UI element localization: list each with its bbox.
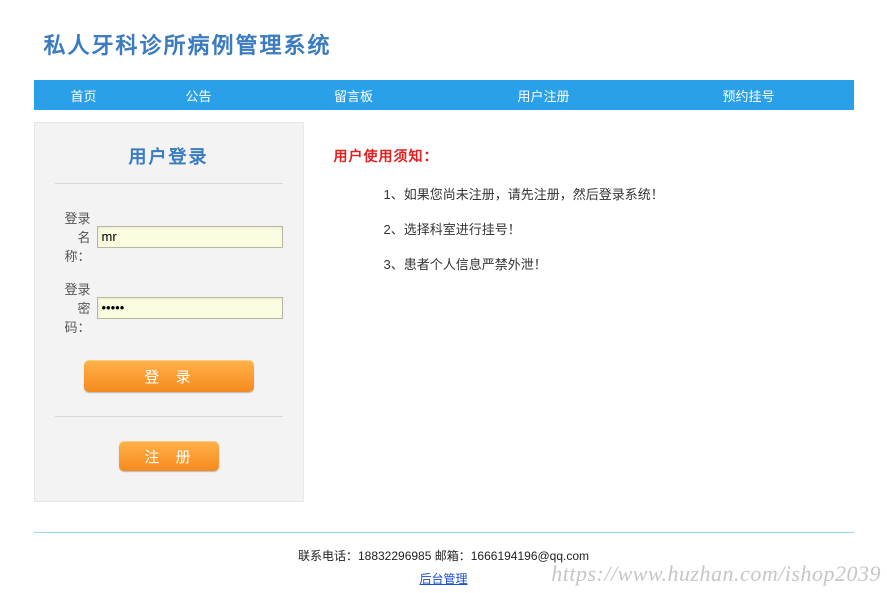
username-label: 登录名称： — [55, 208, 97, 265]
notice-item: 2、选择科室进行挂号！ — [384, 219, 844, 238]
footer: 联系电话：18832296985 邮箱：1666194196@qq.com 后台… — [34, 547, 854, 587]
admin-link[interactable]: 后台管理 — [419, 572, 467, 586]
footer-phone-value: 18832296985 — [358, 549, 431, 563]
footer-email-value: 1666194196@qq.com — [471, 549, 589, 563]
password-input[interactable] — [97, 297, 283, 319]
notice-item: 1、如果您尚未注册，请先注册，然后登录系统！ — [384, 184, 844, 203]
notice-panel: 用户使用须知： 1、如果您尚未注册，请先注册，然后登录系统！ 2、选择科室进行挂… — [304, 122, 854, 502]
notice-title: 用户使用须知： — [334, 146, 844, 166]
nav-user-register[interactable]: 用户注册 — [444, 86, 644, 105]
footer-email-label: 邮箱： — [431, 549, 470, 563]
password-label: 登录密码： — [55, 279, 97, 336]
nav-appointment[interactable]: 预约挂号 — [644, 86, 854, 105]
username-input[interactable] — [97, 226, 283, 248]
nav-home[interactable]: 首页 — [34, 86, 134, 105]
login-panel: 用户登录 登录名称： 登录密码： 登 录 注 册 — [34, 122, 304, 502]
site-title: 私人牙科诊所病例管理系统 — [34, 0, 854, 80]
footer-divider — [34, 532, 854, 533]
nav-announcement[interactable]: 公告 — [134, 86, 264, 105]
notice-item: 3、患者个人信息严禁外泄！ — [384, 254, 844, 273]
login-button[interactable]: 登 录 — [84, 360, 254, 392]
nav-message-board[interactable]: 留言板 — [264, 86, 444, 105]
navbar: 首页 公告 留言板 用户注册 预约挂号 — [34, 80, 854, 110]
footer-phone-label: 联系电话： — [298, 549, 358, 563]
register-button[interactable]: 注 册 — [119, 441, 219, 471]
notice-list: 1、如果您尚未注册，请先注册，然后登录系统！ 2、选择科室进行挂号！ 3、患者个… — [334, 184, 844, 273]
divider — [55, 416, 283, 417]
login-panel-title: 用户登录 — [55, 135, 283, 183]
divider — [55, 183, 283, 184]
